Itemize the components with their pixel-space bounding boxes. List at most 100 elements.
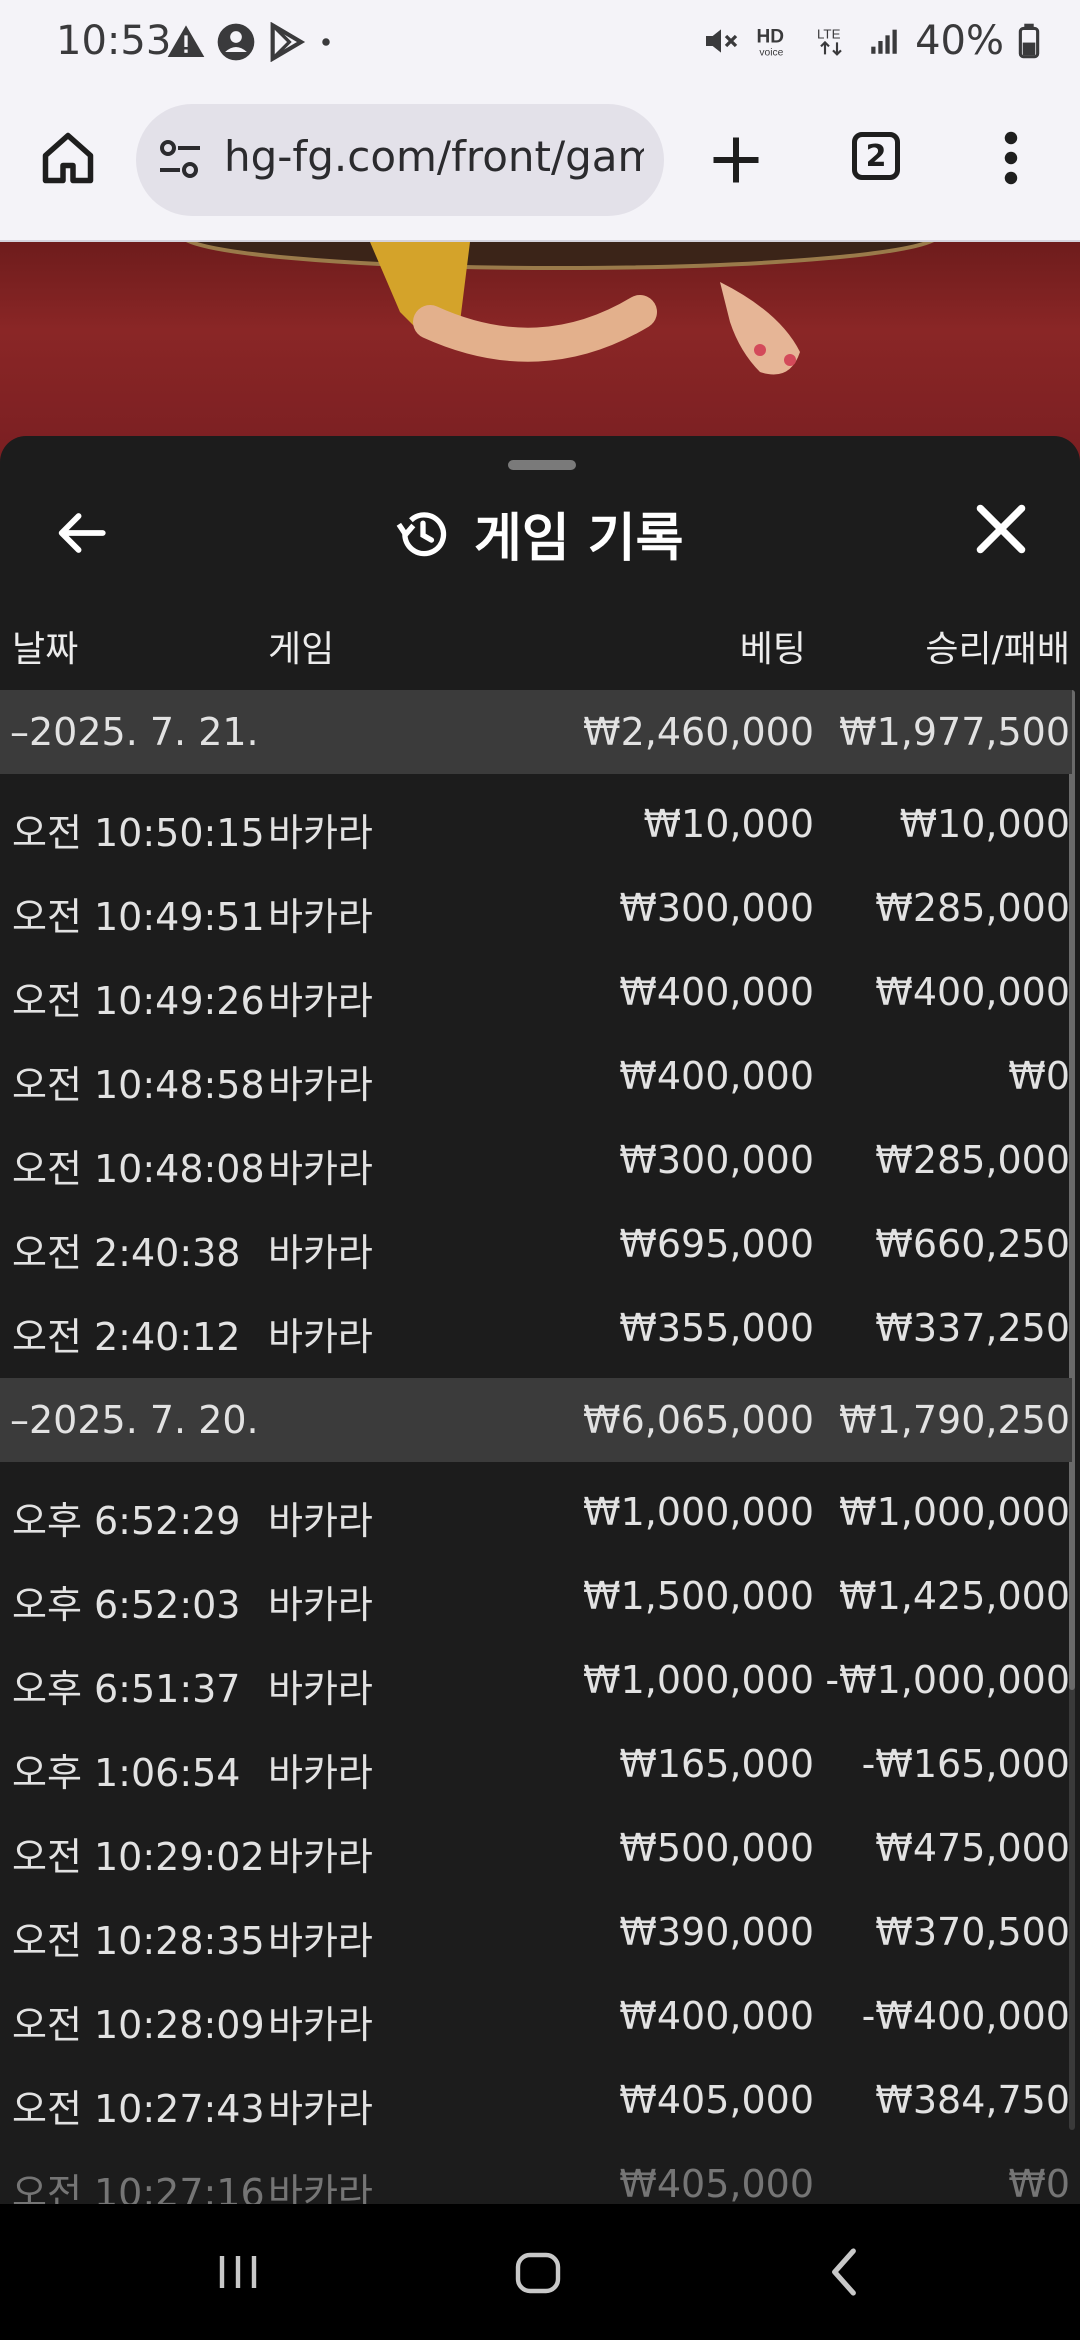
table-row[interactable]: 오전 10:28:09 바카라 ₩400,000 -₩400,000: [0, 1974, 1072, 2058]
row-bet: ₩10,000: [643, 802, 814, 846]
table-row[interactable]: 오전 10:48:08 바카라 ₩300,000 ₩285,000: [0, 1118, 1072, 1202]
table-row[interactable]: 오후 6:51:37 바카라 ₩1,000,000 -₩1,000,000: [0, 1638, 1072, 1722]
sheet-header: 게임 기록: [394, 496, 683, 571]
row-time: 오전 10:50:15: [12, 811, 265, 855]
row-result: -₩165,000: [861, 1742, 1070, 1786]
signal-icon: [871, 29, 897, 54]
table-row[interactable]: 오전 10:29:02 바카라 ₩500,000 ₩475,000: [0, 1806, 1072, 1890]
table-row[interactable]: 오전 10:50:15 바카라 ₩10,000 ₩10,000: [0, 782, 1072, 866]
row-time: 오후 6:52:03: [12, 1583, 241, 1627]
row-result: -₩400,000: [861, 1994, 1070, 2038]
table-row[interactable]: 오후 6:52:29 바카라 ₩1,000,000 ₩1,000,000: [0, 1470, 1072, 1554]
row-bet: ₩1,000,000: [583, 1490, 814, 1534]
row-game: 바카라: [268, 1583, 373, 1627]
table-row[interactable]: 오전 10:48:58 바카라 ₩400,000 ₩0: [0, 1034, 1072, 1118]
battery-percent: 40%: [915, 18, 1004, 64]
row-time: 오전 10:48:08: [12, 1147, 265, 1191]
table-header: 날짜 게임 베팅 승리/패배: [0, 614, 1080, 670]
row-result: ₩285,000: [875, 886, 1070, 930]
svg-text:HD: HD: [757, 26, 785, 47]
sheet-title: 게임 기록: [474, 509, 684, 569]
column-win-loss[interactable]: 승리/패배: [925, 620, 1070, 672]
game-history-sheet: 게임 기록 날짜 게임 베팅 승리/패배 –2025. 7. 21. ₩2,46…: [0, 436, 1080, 2204]
row-game: 바카라: [268, 1751, 373, 1795]
row-bet: ₩400,000: [619, 970, 814, 1014]
table-row[interactable]: 오전 2:40:38 바카라 ₩695,000 ₩660,250: [0, 1202, 1072, 1286]
hd-voice-icon: HDvoice: [757, 26, 785, 59]
row-time: 오전 10:48:58: [12, 1063, 265, 1107]
group-date: –2025. 7. 21.: [10, 710, 259, 754]
row-result: ₩10,000: [899, 802, 1070, 846]
table-row[interactable]: 오전 2:40:12 바카라 ₩355,000 ₩337,250: [0, 1286, 1072, 1370]
table-row[interactable]: 오전 10:49:51 바카라 ₩300,000 ₩285,000: [0, 866, 1072, 950]
recent-apps-icon[interactable]: [214, 2250, 262, 2294]
row-bet: ₩390,000: [619, 1910, 814, 1954]
url-text[interactable]: hg-fg.com/front/gam: [224, 132, 644, 181]
game-background-image: [0, 242, 1080, 462]
row-bet: ₩500,000: [619, 1826, 814, 1870]
battery-icon: [1018, 23, 1040, 59]
table-row[interactable]: 오전 10:49:26 바카라 ₩400,000 ₩400,000: [0, 950, 1072, 1034]
home-icon[interactable]: [38, 128, 98, 188]
table-row[interactable]: 오후 6:52:03 바카라 ₩1,500,000 ₩1,425,000: [0, 1554, 1072, 1638]
row-time: 오전 10:49:51: [12, 895, 265, 939]
browser-toolbar: hg-fg.com/front/gam 2: [0, 88, 1080, 242]
row-game: 바카라: [268, 1063, 373, 1107]
address-bar[interactable]: hg-fg.com/front/gam: [136, 104, 664, 216]
tab-count: 2: [865, 138, 887, 174]
row-time: 오전 2:40:12: [12, 1315, 241, 1359]
row-game: 바카라: [268, 1667, 373, 1711]
table-row[interactable]: 오후 1:06:54 바카라 ₩165,000 -₩165,000: [0, 1722, 1072, 1806]
row-bet: ₩405,000: [619, 2078, 814, 2122]
lte-icon: LTE: [817, 26, 842, 56]
row-result: ₩475,000: [875, 1826, 1070, 1870]
row-result: ₩370,500: [875, 1910, 1070, 1954]
table-row[interactable]: 오전 10:27:16 바카라 ₩405,000 ₩0: [0, 2142, 1072, 2204]
row-bet: ₩400,000: [619, 1994, 814, 2038]
close-icon[interactable]: [970, 498, 1032, 560]
row-time: 오전 10:29:02: [12, 1835, 265, 1879]
row-result: ₩400,000: [875, 970, 1070, 1014]
back-arrow-icon[interactable]: [52, 504, 110, 562]
row-bet: ₩1,000,000: [583, 1658, 814, 1702]
row-game: 바카라: [268, 2087, 373, 2131]
row-result: ₩1,425,000: [839, 1574, 1070, 1618]
play-store-icon: [270, 22, 306, 62]
date-group-header[interactable]: –2025. 7. 20. ₩6,065,000 ₩1,790,250: [0, 1378, 1072, 1462]
row-time: 오전 10:49:26: [12, 979, 265, 1023]
back-nav-icon[interactable]: [826, 2244, 862, 2300]
group-total-bet: ₩2,460,000: [583, 710, 814, 754]
drag-handle[interactable]: [508, 460, 576, 470]
row-bet: ₩165,000: [619, 1742, 814, 1786]
row-game: 바카라: [268, 1231, 373, 1275]
row-time: 오전 10:27:43: [12, 2087, 265, 2131]
mute-icon: [706, 29, 738, 53]
table-row[interactable]: 오전 10:28:35 바카라 ₩390,000 ₩370,500: [0, 1890, 1072, 1974]
column-game[interactable]: 게임: [268, 620, 334, 672]
column-bet[interactable]: 베팅: [740, 620, 806, 672]
group-total-result: ₩1,790,250: [839, 1398, 1070, 1442]
row-game: 바카라: [268, 1919, 373, 1963]
column-date[interactable]: 날짜: [12, 620, 78, 672]
status-time: 10:53: [56, 18, 172, 64]
dot-icon: [322, 38, 330, 46]
site-settings-icon[interactable]: [156, 138, 204, 182]
date-group-header[interactable]: –2025. 7. 21. ₩2,460,000 ₩1,977,500: [0, 690, 1072, 774]
tab-switcher-button[interactable]: 2: [852, 132, 900, 180]
more-menu-icon[interactable]: [996, 128, 1026, 188]
group-total-bet: ₩6,065,000: [583, 1398, 814, 1442]
dealer-table-image: [185, 242, 935, 375]
row-bet: ₩1,500,000: [583, 1574, 814, 1618]
svg-text:voice: voice: [759, 48, 783, 59]
row-game: 바카라: [268, 811, 373, 855]
row-result: ₩384,750: [875, 2078, 1070, 2122]
system-icons: HD voice LTE 40%: [701, 18, 1040, 64]
svg-text:LTE: LTE: [817, 26, 841, 41]
row-game: 바카라: [268, 1315, 373, 1359]
home-nav-icon[interactable]: [512, 2248, 564, 2298]
row-result: ₩1,000,000: [839, 1490, 1070, 1534]
new-tab-icon[interactable]: [706, 130, 766, 190]
table-row[interactable]: 오전 10:27:43 바카라 ₩405,000 ₩384,750: [0, 2058, 1072, 2142]
history-table: –2025. 7. 21. ₩2,460,000 ₩1,977,500 오전 1…: [0, 690, 1072, 2204]
row-bet: ₩355,000: [619, 1306, 814, 1350]
